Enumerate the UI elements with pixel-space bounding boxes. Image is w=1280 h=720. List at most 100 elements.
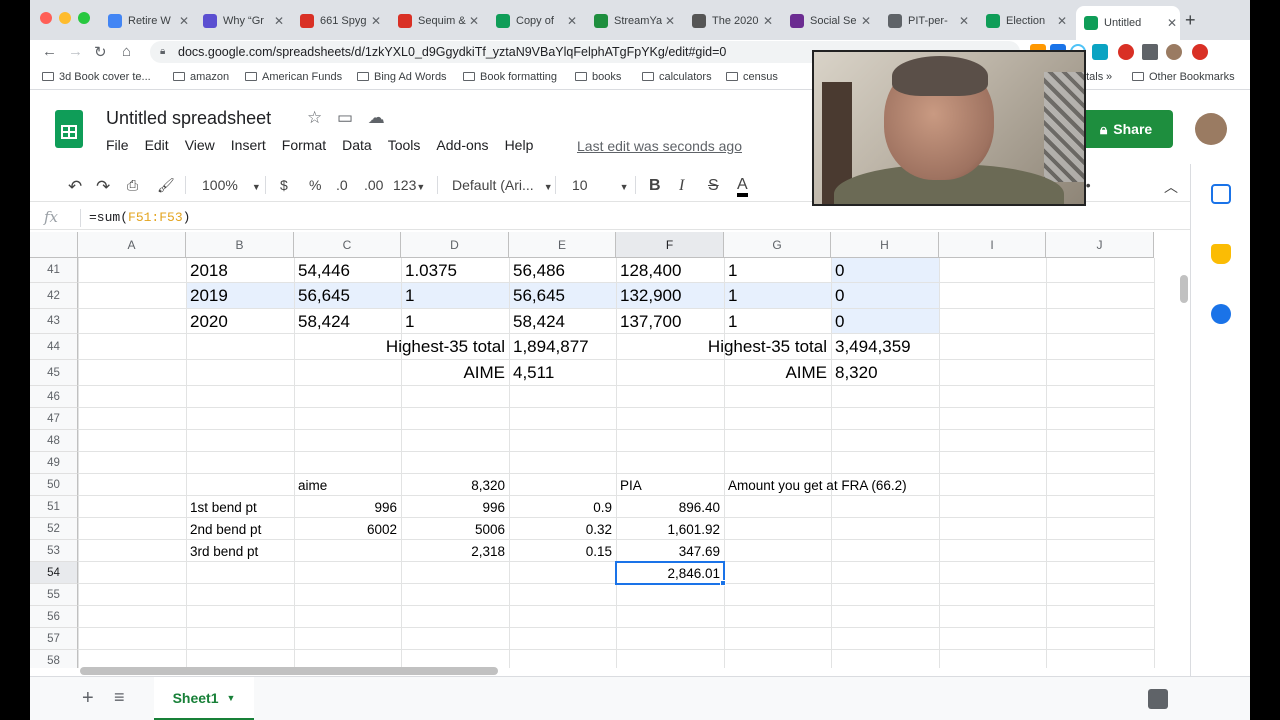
column-header-i[interactable]: I <box>939 232 1046 258</box>
bookmark-folder[interactable]: census <box>726 71 778 83</box>
column-header-c[interactable]: C <box>294 232 401 258</box>
keep-icon[interactable] <box>1211 244 1231 264</box>
font-family-select[interactable]: Default (Ari... ▼ <box>452 177 553 193</box>
bookmark-folder[interactable]: Book formatting <box>463 71 557 83</box>
cell-d43[interactable]: 1 <box>401 309 509 334</box>
row-header-45[interactable]: 45 <box>30 360 78 386</box>
row-header-54[interactable]: 54 <box>30 562 78 584</box>
close-tab-icon[interactable]: ✕ <box>466 14 482 28</box>
row-header-51[interactable]: 51 <box>30 496 78 518</box>
close-tab-icon[interactable]: ✕ <box>858 14 874 28</box>
column-header-b[interactable]: B <box>186 232 294 258</box>
column-header-f[interactable]: F <box>616 232 724 258</box>
row-header-50[interactable]: 50 <box>30 474 78 496</box>
minimize-window-button[interactable] <box>59 12 71 24</box>
cell-c51[interactable]: 996 <box>294 496 401 518</box>
bookmark-folder[interactable]: books <box>575 71 621 83</box>
close-tab-icon[interactable]: ✕ <box>564 14 580 28</box>
cell-b43[interactable]: 2020 <box>186 309 294 334</box>
last-edit-link[interactable]: Last edit was seconds ago <box>577 138 742 154</box>
row-header-47[interactable]: 47 <box>30 408 78 430</box>
browser-tab[interactable]: 661 Spyg ✕ <box>292 8 384 34</box>
cell-b41[interactable]: 2018 <box>186 258 294 283</box>
cell-h42[interactable]: 0 <box>831 283 939 309</box>
close-tab-icon[interactable]: ✕ <box>1164 16 1180 30</box>
browser-tab[interactable]: Retire W ✕ <box>100 8 192 34</box>
bold-button[interactable]: B <box>649 177 661 195</box>
row-header-46[interactable]: 46 <box>30 386 78 408</box>
back-icon[interactable]: ← <box>42 43 57 60</box>
fill-handle[interactable] <box>720 580 726 586</box>
cell-d42[interactable]: 1 <box>401 283 509 309</box>
move-folder-icon[interactable]: ▭ <box>337 108 353 127</box>
cell-g41[interactable]: 1 <box>724 258 831 283</box>
close-tab-icon[interactable]: ✕ <box>760 14 776 28</box>
row-header-42[interactable]: 42 <box>30 283 78 309</box>
print-icon[interactable]: ⎙ <box>127 177 138 194</box>
decrease-decimal-button[interactable]: .0 <box>336 177 348 193</box>
browser-tab[interactable]: Copy of ✕ <box>488 8 580 34</box>
cell-f52[interactable]: 1,601.92 <box>616 518 724 540</box>
cell-c44[interactable]: Highest-35 total <box>294 334 509 360</box>
menu-file[interactable]: File <box>106 137 129 153</box>
cell-f43[interactable]: 137,700 <box>616 309 724 334</box>
cell-f53[interactable]: 347.69 <box>616 540 724 562</box>
tasks-icon[interactable] <box>1211 304 1231 324</box>
cell-e41[interactable]: 56,486 <box>509 258 616 283</box>
text-color-button[interactable]: A <box>737 177 748 197</box>
cell-g43[interactable]: 1 <box>724 309 831 334</box>
menu-data[interactable]: Data <box>342 137 372 153</box>
browser-tab[interactable]: The 2020 ✕ <box>684 8 776 34</box>
cell-c52[interactable]: 6002 <box>294 518 401 540</box>
cell-c41[interactable]: 54,446 <box>294 258 401 283</box>
close-tab-icon[interactable]: ✕ <box>662 14 678 28</box>
profile-avatar[interactable] <box>1166 44 1182 60</box>
close-tab-icon[interactable]: ✕ <box>956 14 972 28</box>
bookmark-folder[interactable]: American Funds <box>245 71 342 83</box>
cell-e42[interactable]: 56,645 <box>509 283 616 309</box>
row-header-57[interactable]: 57 <box>30 628 78 650</box>
cell-e52[interactable]: 0.32 <box>509 518 616 540</box>
close-tab-icon[interactable]: ✕ <box>368 14 384 28</box>
cell-d50[interactable]: 8,320 <box>401 474 509 496</box>
row-header-44[interactable]: 44 <box>30 334 78 360</box>
cell-h41[interactable]: 0 <box>831 258 939 283</box>
cell-e45[interactable]: 4,511 <box>509 360 616 386</box>
cell-h44[interactable]: 3,494,359 <box>831 334 939 360</box>
menu-addons[interactable]: Add-ons <box>436 137 488 153</box>
bookmark-folder[interactable]: amazon <box>173 71 229 83</box>
cell-c45[interactable]: AIME <box>294 360 509 386</box>
cloud-saved-icon[interactable]: ☁︎ <box>368 108 385 127</box>
extension-icon[interactable] <box>1092 44 1108 60</box>
cell-c42[interactable]: 56,645 <box>294 283 401 309</box>
cell-b53[interactable]: 3rd bend pt <box>186 540 294 562</box>
bookmark-folder[interactable]: calculators <box>642 71 712 83</box>
all-sheets-icon[interactable]: ≡ <box>114 687 125 708</box>
cell-g50[interactable]: Amount you get at FRA (66.2) <box>724 474 939 496</box>
increase-decimal-button[interactable]: .00 <box>364 177 383 193</box>
menu-format[interactable]: Format <box>282 137 326 153</box>
zoom-select[interactable]: 100% ▼ <box>202 177 261 193</box>
cell-b52[interactable]: 2nd bend pt <box>186 518 294 540</box>
font-size-select[interactable]: 10 ▼ <box>572 177 629 193</box>
cell-f42[interactable]: 132,900 <box>616 283 724 309</box>
more-formats-select[interactable]: 123▼ <box>393 177 425 193</box>
close-window-button[interactable] <box>40 12 52 24</box>
cell-g42[interactable]: 1 <box>724 283 831 309</box>
menu-insert[interactable]: Insert <box>231 137 266 153</box>
cell-b51[interactable]: 1st bend pt <box>186 496 294 518</box>
cell-e53[interactable]: 0.15 <box>509 540 616 562</box>
row-header-55[interactable]: 55 <box>30 584 78 606</box>
browser-tab[interactable]: StreamYa ✕ <box>586 8 678 34</box>
close-tab-icon[interactable]: ✕ <box>176 14 192 28</box>
browser-tab[interactable]: Sequim & ✕ <box>390 8 482 34</box>
calendar-icon[interactable] <box>1211 184 1231 204</box>
cell-f41[interactable]: 128,400 <box>616 258 724 283</box>
cell-b42[interactable]: 2019 <box>186 283 294 309</box>
strikethrough-button[interactable]: S <box>708 177 719 195</box>
cell-c50[interactable]: aime <box>294 474 401 496</box>
extension-icon[interactable] <box>1192 44 1208 60</box>
row-header-53[interactable]: 53 <box>30 540 78 562</box>
document-title[interactable]: Untitled spreadsheet <box>106 108 271 129</box>
row-header-52[interactable]: 52 <box>30 518 78 540</box>
